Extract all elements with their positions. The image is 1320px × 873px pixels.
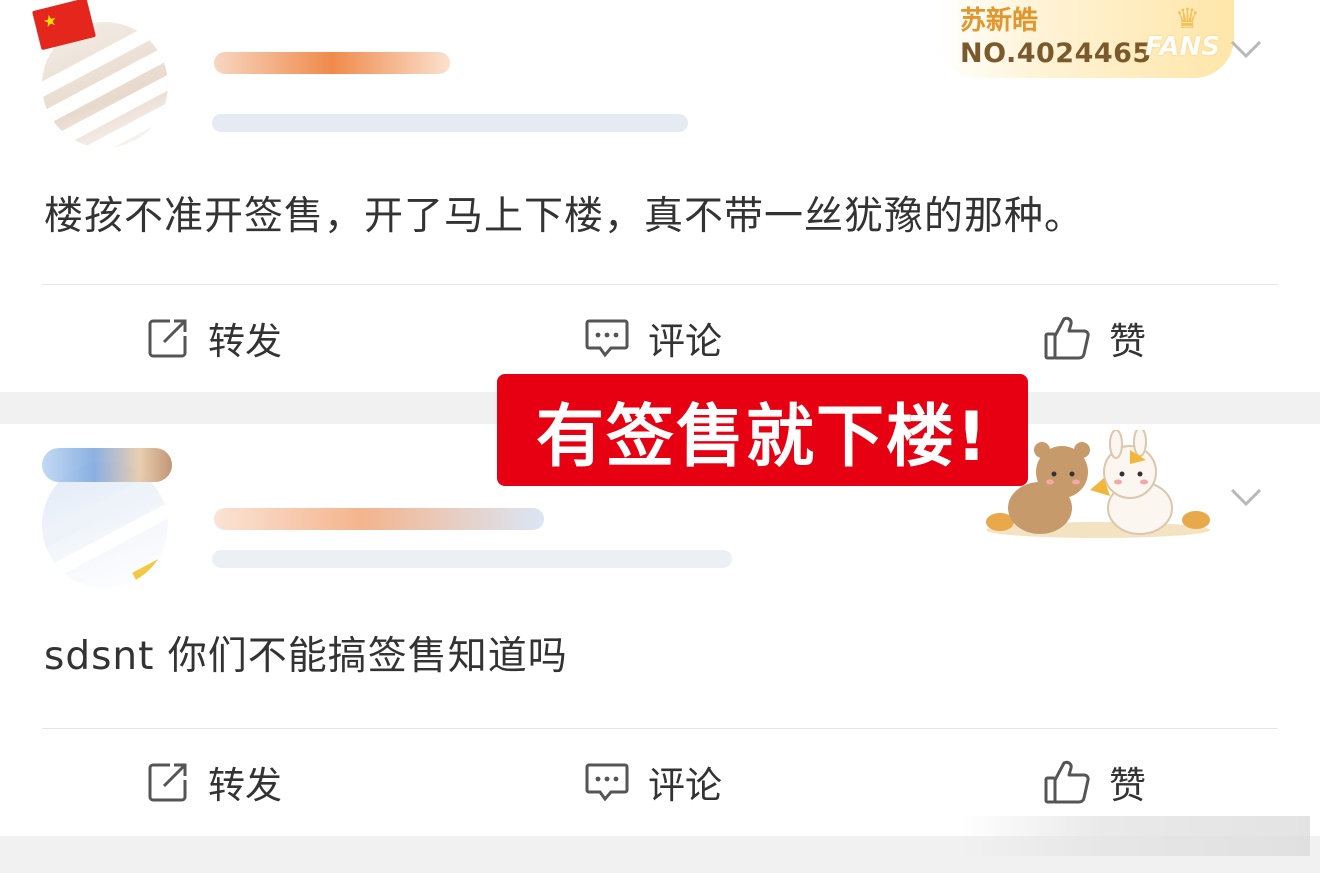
overlay-banner-text: 有签售就下楼!: [535, 397, 989, 477]
repost-label: 转发: [208, 320, 282, 363]
post-meta-redacted: [212, 550, 732, 568]
post-meta-redacted: [212, 114, 688, 132]
repost-icon: [148, 763, 187, 802]
watermark: [960, 816, 1310, 856]
avatar-pendant-decoration: [42, 448, 172, 482]
like-button[interactable]: 赞: [1043, 298, 1146, 378]
comment-card-1: ★ 苏新皓 NO.4024465 ♛ FANS 楼孩不准开签售，开了马上下楼，真…: [0, 0, 1320, 392]
like-button[interactable]: 赞: [1043, 742, 1146, 822]
crown-icon: ♛: [1174, 2, 1200, 35]
comment-text: sdsnt 你们不能搞签售知道吗: [44, 634, 568, 679]
comment-icon: [585, 763, 629, 802]
like-icon: [1044, 316, 1090, 360]
overlay-banner: 有签售就下楼!: [497, 374, 1028, 486]
repost-button[interactable]: 转发: [146, 298, 282, 378]
repost-button[interactable]: 转发: [146, 742, 282, 822]
fans-badge-name: 苏新皓: [960, 6, 1039, 36]
like-label: 赞: [1109, 764, 1146, 807]
comment-icon: [585, 319, 629, 358]
repost-icon: [148, 319, 187, 358]
comment-text: 楼孩不准开签售，开了马上下楼，真不带一丝犹豫的那种。: [44, 194, 1085, 239]
bear-bunny-sticker: [986, 430, 1210, 538]
comment-label: 评论: [648, 320, 722, 363]
like-icon: [1044, 760, 1090, 804]
username-redacted[interactable]: [214, 52, 450, 74]
chevron-down-icon[interactable]: [1228, 480, 1264, 516]
fans-badge-number: NO.4024465: [960, 38, 1152, 69]
fans-badge-label: FANS: [1144, 32, 1220, 62]
comment-button[interactable]: 评论: [584, 298, 722, 378]
divider: [42, 728, 1278, 729]
fans-badge: 苏新皓 NO.4024465 ♛ FANS: [938, 0, 1234, 78]
comment-label: 评论: [648, 764, 722, 807]
action-bar: 转发 评论 赞: [0, 742, 1320, 822]
action-bar: 转发 评论 赞: [0, 298, 1320, 378]
username-redacted[interactable]: [214, 508, 544, 530]
repost-label: 转发: [208, 764, 282, 807]
divider: [42, 284, 1278, 285]
comment-button[interactable]: 评论: [584, 742, 722, 822]
like-label: 赞: [1109, 320, 1146, 363]
chevron-down-icon[interactable]: [1228, 32, 1264, 68]
